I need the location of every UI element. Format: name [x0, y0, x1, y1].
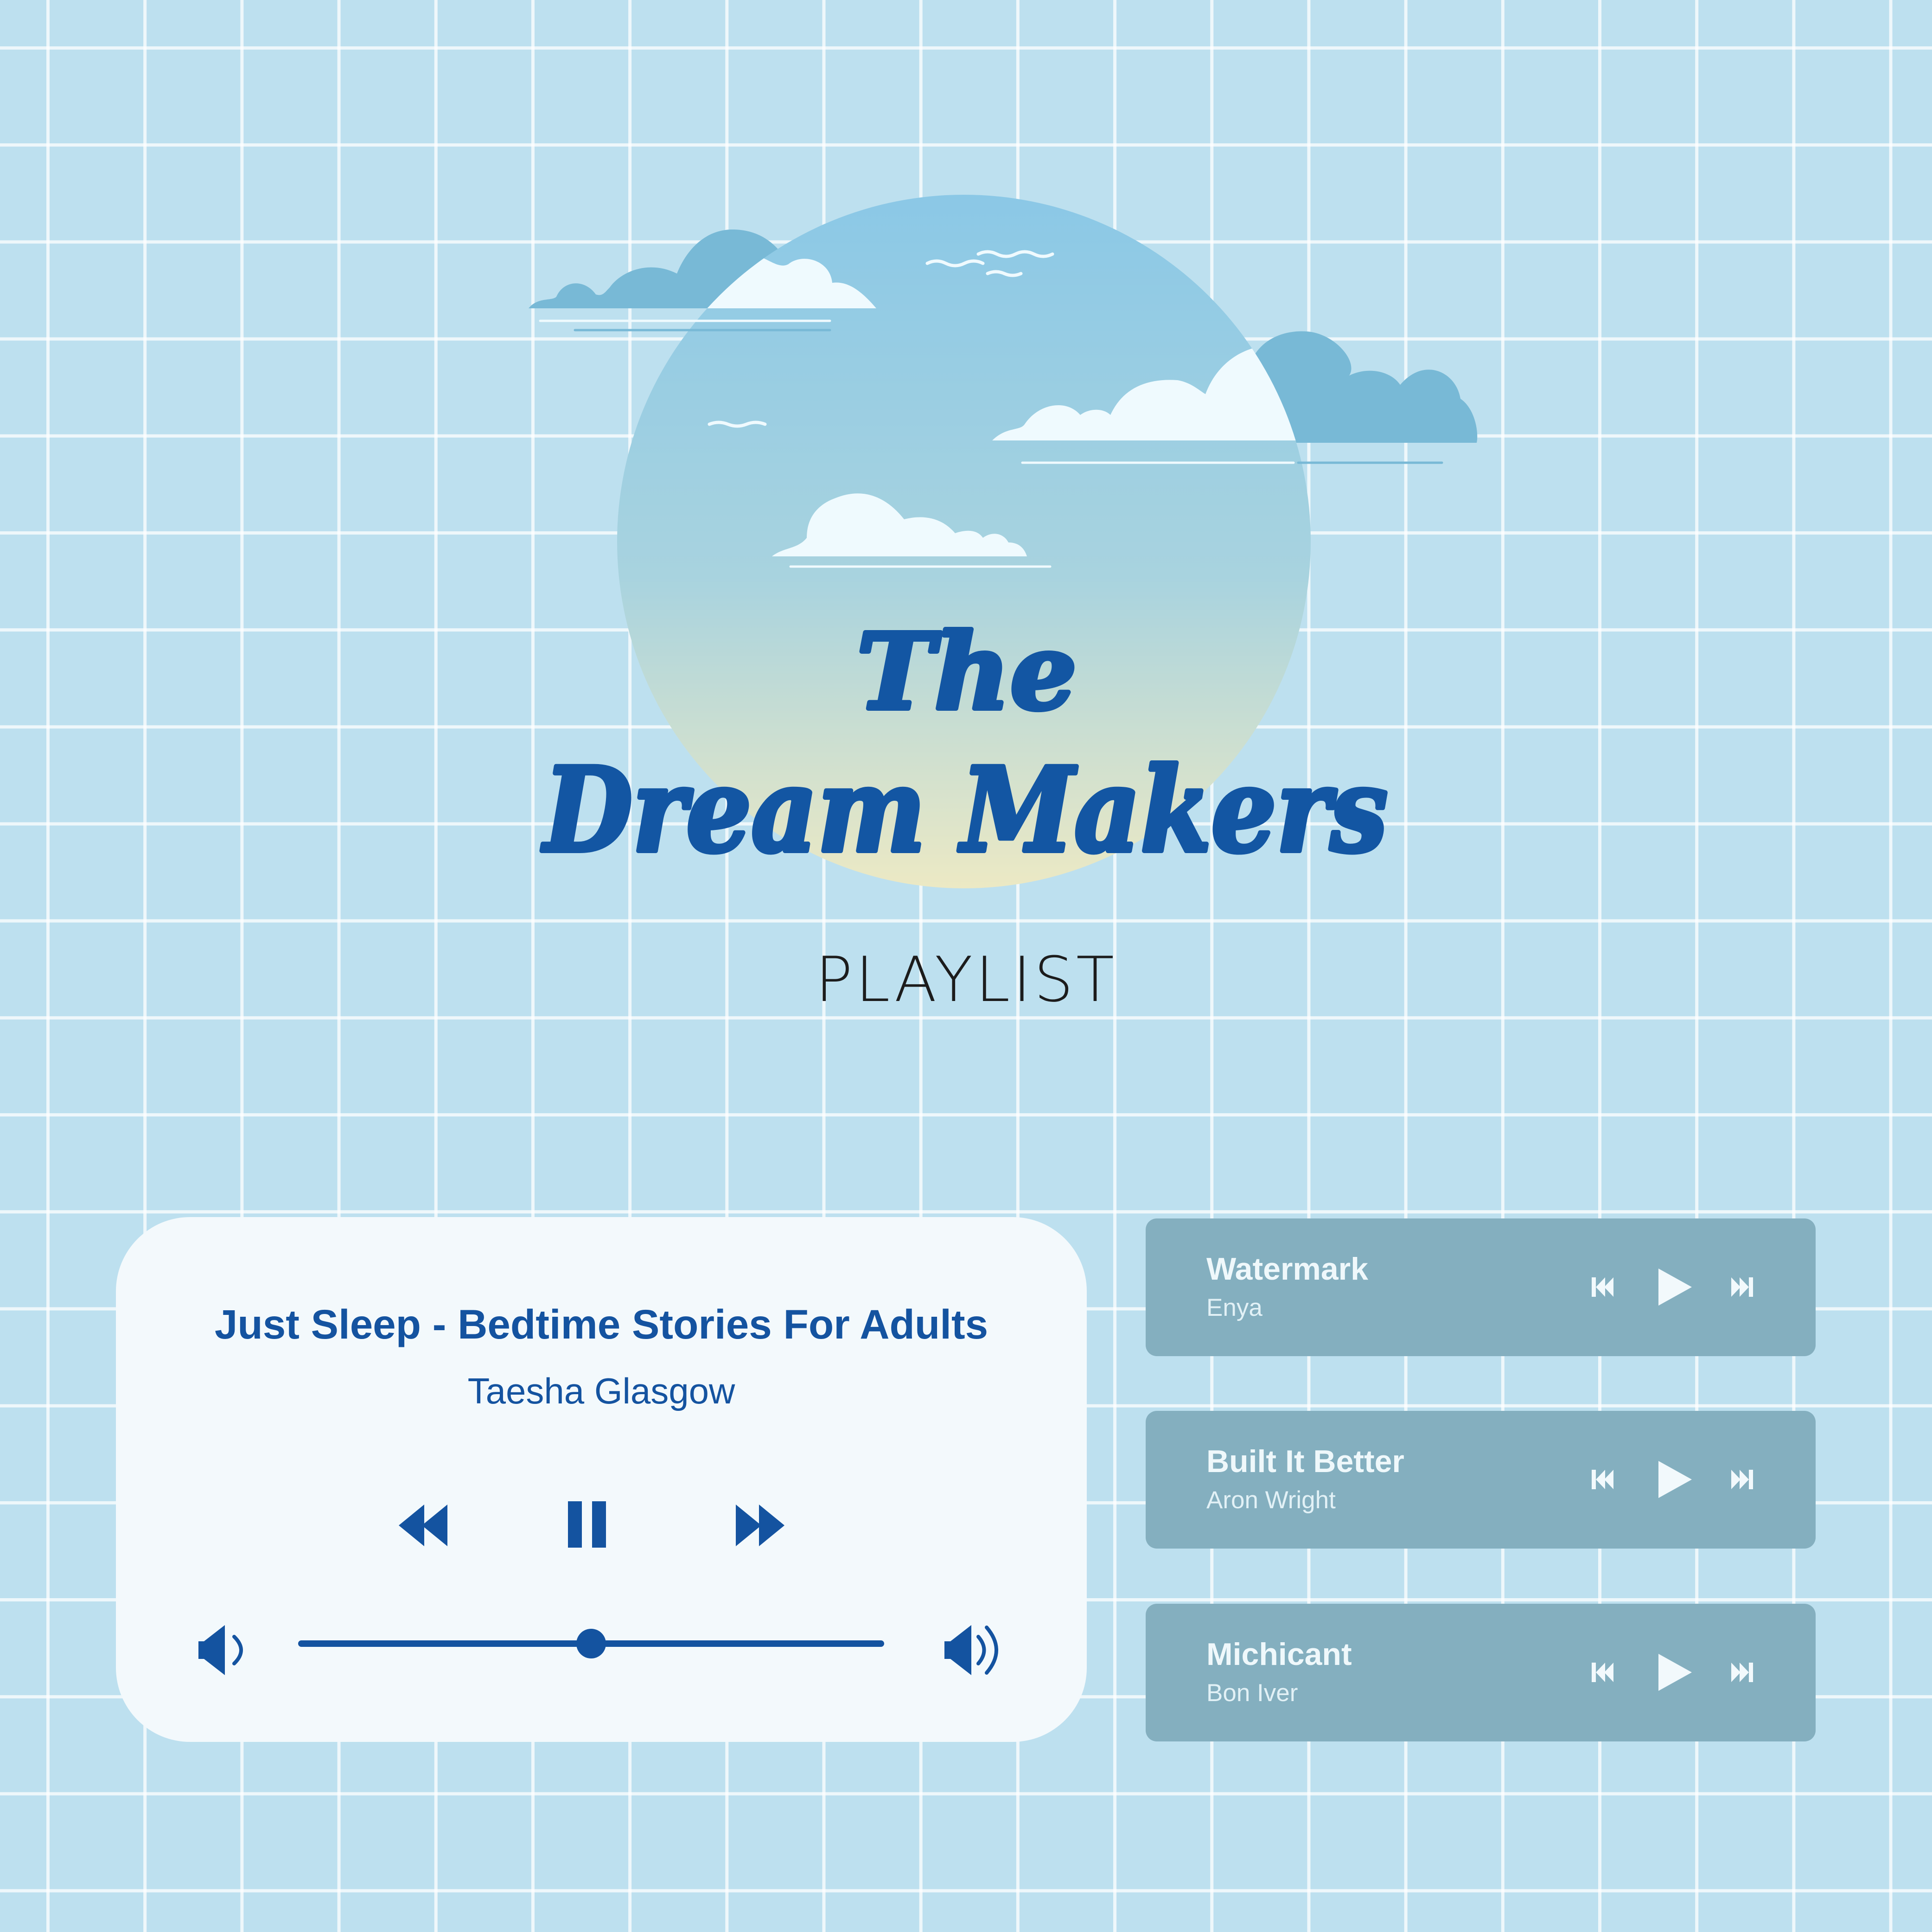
volume-high-icon[interactable]	[944, 1625, 998, 1675]
play-icon[interactable]	[1658, 1269, 1692, 1306]
skip-forward-icon[interactable]	[1731, 1663, 1753, 1682]
skip-back-icon[interactable]	[1592, 1470, 1613, 1489]
queue-item[interactable]: Built It Better Aron Wright	[1146, 1411, 1816, 1549]
volume-low-icon[interactable]	[198, 1625, 243, 1675]
skip-back-icon[interactable]	[1592, 1663, 1613, 1682]
logo-title-line2: Dream Makers	[542, 742, 1388, 878]
playlist-label: PLAYLIST	[815, 944, 1117, 1016]
logo-title-line1: The	[857, 611, 1077, 733]
fast-forward-icon[interactable]	[736, 1505, 784, 1546]
skip-forward-icon[interactable]	[1731, 1470, 1753, 1489]
volume-slider[interactable]	[298, 1629, 884, 1658]
skip-forward-icon[interactable]	[1731, 1277, 1753, 1297]
pause-icon[interactable]	[568, 1501, 606, 1548]
queue-item[interactable]: Watermark Enya	[1146, 1218, 1816, 1356]
queue-item[interactable]: Michicant Bon Iver	[1146, 1604, 1816, 1741]
play-icon[interactable]	[1658, 1461, 1692, 1498]
skip-back-icon[interactable]	[1592, 1277, 1613, 1297]
volume-knob[interactable]	[576, 1629, 606, 1658]
play-icon[interactable]	[1658, 1654, 1692, 1691]
rewind-icon[interactable]	[394, 1495, 459, 1551]
now-playing-card: Just Sleep - Bedtime Stories For Adults …	[116, 1217, 1087, 1742]
